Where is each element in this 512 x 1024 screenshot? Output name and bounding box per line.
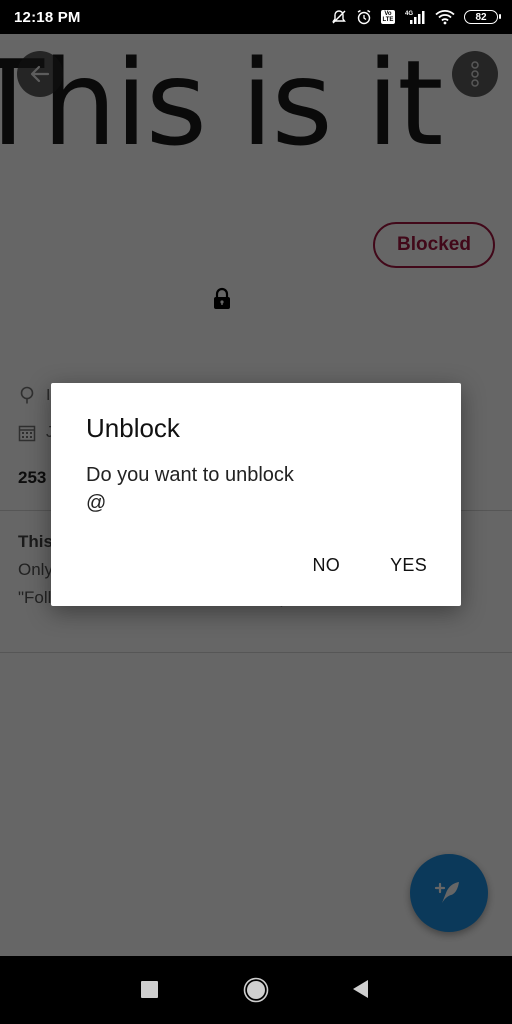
- system-nav-bar: [0, 956, 512, 1024]
- status-icons: Vo LTE 4G 82: [331, 9, 501, 25]
- status-time: 12:18 PM: [14, 8, 81, 26]
- recents-icon[interactable]: [141, 981, 158, 998]
- dialog-actions: NO YES: [298, 547, 441, 584]
- home-icon[interactable]: [243, 977, 269, 1008]
- battery-icon: 82: [464, 10, 501, 24]
- yes-button[interactable]: YES: [376, 547, 441, 584]
- notifications-off-icon: [331, 9, 347, 25]
- signal-4g-icon: 4G: [404, 9, 426, 25]
- alarm-icon: [356, 9, 372, 25]
- svg-text:4G: 4G: [405, 11, 413, 17]
- profile-screen: This is it Blocked I J 253 This account …: [0, 34, 512, 956]
- volte-icon: Vo LTE: [381, 10, 395, 24]
- dialog-message: Do you want to unblock @: [86, 464, 294, 514]
- back-icon[interactable]: [351, 979, 369, 1004]
- no-button[interactable]: NO: [298, 547, 354, 584]
- unblock-dialog: Unblock Do you want to unblock @ NO YES: [51, 383, 461, 606]
- dialog-title: Unblock: [86, 413, 180, 443]
- wifi-icon: [435, 9, 455, 25]
- status-bar: 12:18 PM Vo LTE 4G 82: [0, 0, 512, 34]
